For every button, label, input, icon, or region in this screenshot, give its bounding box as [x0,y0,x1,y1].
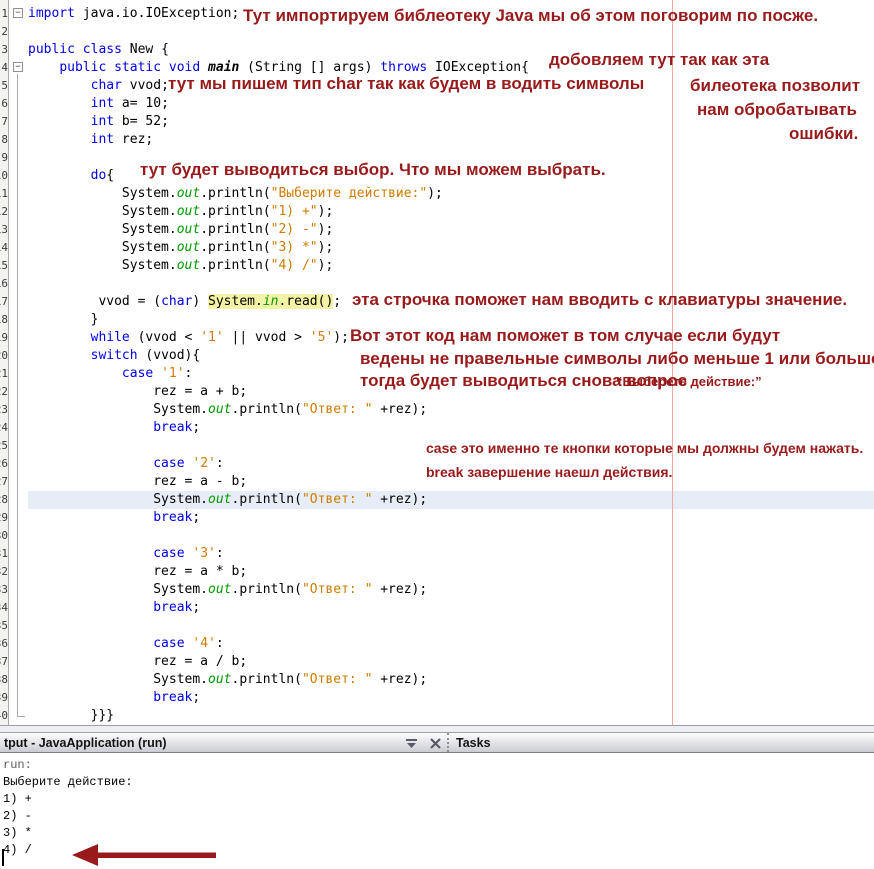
line-number: 7 [0,113,8,131]
output-line: 1) + [3,791,874,808]
code-line: case '4': [28,635,874,653]
output-line: 3) * [3,825,874,842]
line-number: 3 [0,41,8,59]
annotation-text: Вот этот код нам поможет в том случае ес… [350,326,780,346]
annotation-text: билеотека позволит [690,76,860,96]
fold-collapse-icon[interactable]: − [13,8,23,18]
code-line: System.out.println("Ответ: " +rez); [28,491,874,509]
arrow-annotation [72,842,218,868]
code-line [28,617,874,635]
fold-guide-foot [17,716,25,717]
line-number: 16 [0,275,8,293]
panel-separator [0,725,874,733]
annotation-text: эта строчка поможет нам вводить с клавиа… [352,290,847,310]
code-line: System.out.println("4) /"); [28,257,874,275]
line-number: 33 [0,581,8,599]
close-icon[interactable] [428,736,443,751]
tasks-label: Tasks [456,736,491,750]
text-cursor [2,849,4,866]
annotation-text: Тут импортируем библеотеку Java мы об эт… [243,6,818,26]
annotation-text: тут будет выводиться выбор. Что мы можем… [140,160,606,180]
annotation-text: break завершение наешл действия. [426,464,672,480]
fold-guide-line [17,74,18,716]
line-number: 18 [0,311,8,329]
tab-output-javaapplication-run[interactable]: tput - JavaApplication (run) [4,736,167,750]
line-number: 38 [0,671,8,689]
line-number: 27 [0,473,8,491]
code-line: System.out.println("Ответ: " +rez); [28,401,874,419]
annotation-text: case это именно те кнопки которые мы дол… [426,440,863,456]
line-number: 2 [0,23,8,41]
code-line: System.out.println("2) -"); [28,221,874,239]
line-number: 22 [0,383,8,401]
line-number: 12 [0,203,8,221]
line-number: 25 [0,437,8,455]
line-number: 15 [0,257,8,275]
code-line: break; [28,419,874,437]
annotation-text: ведены не правельные символы либо меньше… [360,349,874,369]
line-number: 31 [0,545,8,563]
annotation-text: добовляем тут так как эта [549,50,769,70]
line-number: 20 [0,347,8,365]
line-number: 23 [0,401,8,419]
line-number: 36 [0,635,8,653]
code-fold-column: − − [9,0,28,725]
line-number: 5 [0,77,8,95]
minimize-icon[interactable] [404,736,419,751]
line-number: 11 [0,185,8,203]
line-number: 17 [0,293,8,311]
line-number: 6 [0,95,8,113]
code-line: int rez; [28,131,874,149]
code-line: break; [28,599,874,617]
annotation-text: нам обробатывать [697,100,857,120]
line-number: 19 [0,329,8,347]
line-number: 24 [0,419,8,437]
line-number: 40 [0,707,8,725]
line-number: 29 [0,509,8,527]
output-line: Выберите действие: [3,774,874,791]
line-number: 1 [0,5,8,23]
code-line: System.out.println("1) +"); [28,203,874,221]
output-line: run: [3,757,874,774]
line-number: 26 [0,455,8,473]
code-line: break; [28,689,874,707]
line-number: 21 [0,365,8,383]
line-number: 4 [0,59,8,77]
code-line: rez = a / b; [28,653,874,671]
line-number: 8 [0,131,8,149]
code-line: System.out.println("Ответ: " +rez); [28,581,874,599]
annotation-text: ошибки. [789,124,858,144]
line-number: 30 [0,527,8,545]
line-number: 34 [0,599,8,617]
output-tab-bar: tput - JavaApplication (run) Tasks [0,733,874,753]
line-number: 14 [0,239,8,257]
line-number: 35 [0,617,8,635]
line-number-gutter: 1234567891011121314151617181920212223242… [0,0,9,725]
line-number: 32 [0,563,8,581]
tab-tasks[interactable]: Tasks [447,733,491,752]
code-line: System.out.println("Выберите действие:")… [28,185,874,203]
line-number: 39 [0,689,8,707]
code-line: case '3': [28,545,874,563]
code-line: System.out.println("Ответ: " +rez); [28,671,874,689]
line-number: 10 [0,167,8,185]
code-line: rez = a * b; [28,563,874,581]
output-line: 2) - [3,808,874,825]
line-number: 13 [0,221,8,239]
line-number: 9 [0,149,8,167]
code-line [28,527,874,545]
code-line: System.out.println("3) *"); [28,239,874,257]
annotation-text: тут мы пишем тип char так как будем в во… [168,74,644,94]
annotation-text: “Выберете действие:” [616,374,762,389]
line-number: 28 [0,491,8,509]
fold-collapse-icon[interactable]: − [13,62,23,72]
line-number: 37 [0,653,8,671]
code-line: break; [28,509,874,527]
code-line: }}} [28,707,874,725]
